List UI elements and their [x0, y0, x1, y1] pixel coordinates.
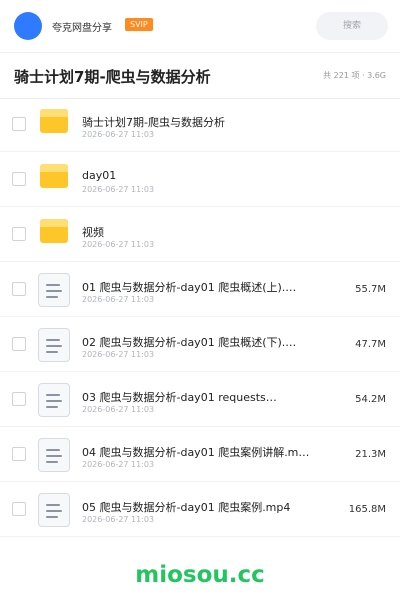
list-item[interactable]: day01 2026-06-27 11:03 — [0, 152, 400, 207]
document-icon — [38, 493, 70, 527]
folder-icon — [40, 164, 68, 188]
list-item[interactable]: 04 爬虫与数据分析-day01 爬虫案例讲解.m… 2026-06-27 11… — [0, 427, 400, 482]
file-name: 02 爬虫与数据分析-day01 爬虫概述(下).… — [82, 336, 297, 349]
select-checkbox[interactable] — [12, 337, 26, 351]
file-size: 54.2M — [355, 394, 386, 405]
file-name: 01 爬虫与数据分析-day01 爬虫概述(上).… — [82, 281, 297, 294]
list-item[interactable]: 03 爬虫与数据分析-day01 requests… 2026-06-27 11… — [0, 372, 400, 427]
user-name: 夸克网盘分享 — [52, 23, 112, 34]
list-item[interactable]: 02 爬虫与数据分析-day01 爬虫概述(下).… 2026-06-27 11… — [0, 317, 400, 372]
list-item[interactable]: 视频 2026-06-27 11:03 — [0, 207, 400, 262]
select-checkbox[interactable] — [12, 502, 26, 516]
file-list: 骑士计划7期-爬虫与数据分析 2026-06-27 11:03 day01 20… — [0, 97, 400, 537]
select-checkbox[interactable] — [12, 392, 26, 406]
file-date: 2026-06-27 11:03 — [82, 515, 155, 524]
list-item[interactable]: 05 爬虫与数据分析-day01 爬虫案例.mp4 2026-06-27 11:… — [0, 482, 400, 537]
folder-icon — [40, 109, 68, 133]
search-input[interactable]: 搜索 — [316, 12, 388, 40]
list-item[interactable]: 01 爬虫与数据分析-day01 爬虫概述(上).… 2026-06-27 11… — [0, 262, 400, 317]
select-checkbox[interactable] — [12, 172, 26, 186]
title-row: 骑士计划7期-爬虫与数据分析 共 221 项 · 3.6G — [0, 52, 400, 99]
select-checkbox[interactable] — [12, 117, 26, 131]
file-name: day01 — [82, 169, 117, 182]
document-icon — [38, 328, 70, 362]
file-date: 2026-06-27 11:03 — [82, 460, 155, 469]
file-size: 47.7M — [355, 339, 386, 350]
file-name: 视频 — [82, 226, 104, 239]
file-name: 04 爬虫与数据分析-day01 爬虫案例讲解.m… — [82, 446, 310, 459]
file-date: 2026-06-27 11:03 — [82, 240, 155, 249]
file-name: 骑士计划7期-爬虫与数据分析 — [82, 116, 225, 129]
file-name: 03 爬虫与数据分析-day01 requests… — [82, 391, 277, 404]
folder-icon — [40, 219, 68, 243]
svip-badge: SVIP — [125, 18, 153, 31]
avatar[interactable] — [14, 12, 42, 40]
list-item[interactable]: 骑士计划7期-爬虫与数据分析 2026-06-27 11:03 — [0, 97, 400, 152]
file-date: 2026-06-27 11:03 — [82, 405, 155, 414]
folder-meta: 共 221 项 · 3.6G — [323, 71, 386, 80]
file-size: 21.3M — [355, 449, 386, 460]
file-name: 05 爬虫与数据分析-day01 爬虫案例.mp4 — [82, 501, 291, 514]
document-icon — [38, 273, 70, 307]
file-date: 2026-06-27 11:03 — [82, 130, 155, 139]
file-date: 2026-06-27 11:03 — [82, 295, 155, 304]
select-checkbox[interactable] — [12, 282, 26, 296]
file-size: 165.8M — [348, 504, 386, 515]
file-date: 2026-06-27 11:03 — [82, 185, 155, 194]
watermark-text: miosou.cc — [135, 562, 265, 588]
header-bar: 夸克网盘分享 SVIP 搜索 — [0, 0, 400, 53]
file-size: 55.7M — [355, 284, 386, 295]
select-checkbox[interactable] — [12, 447, 26, 461]
document-icon — [38, 383, 70, 417]
select-checkbox[interactable] — [12, 227, 26, 241]
document-icon — [38, 438, 70, 472]
file-date: 2026-06-27 11:03 — [82, 350, 155, 359]
page-title: 骑士计划7期-爬虫与数据分析 — [14, 68, 211, 86]
